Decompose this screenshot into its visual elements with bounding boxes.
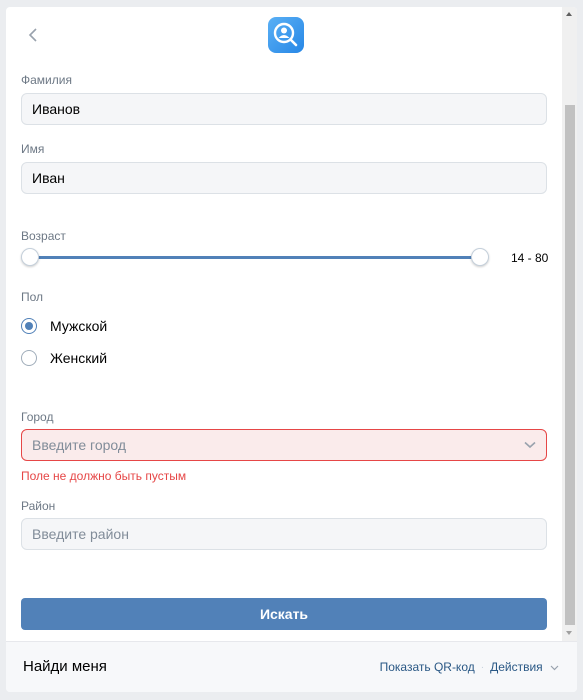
gender-radio-male[interactable]: Мужской	[21, 316, 107, 336]
district-label: Район	[21, 499, 56, 513]
radio-checked-icon	[21, 318, 37, 334]
app-title: Найди меня	[23, 658, 107, 675]
app-panel: Фамилия Иванов Имя Иван Возраст 14 - 80 …	[6, 7, 577, 692]
surname-input[interactable]: Иванов	[21, 93, 547, 125]
gender-radio-female[interactable]: Женский	[21, 348, 107, 368]
radio-unchecked-icon	[21, 350, 37, 366]
age-slider-max-handle[interactable]	[471, 248, 489, 266]
person-search-icon	[268, 17, 304, 53]
gender-label: Пол	[21, 290, 44, 304]
age-range-value: 14 - 80	[511, 251, 549, 265]
age-slider-track[interactable]	[30, 256, 480, 259]
footer: Найди меня Показать QR-код · Действия	[6, 641, 577, 692]
chevron-down-icon	[550, 665, 559, 671]
chevron-left-icon[interactable]	[26, 25, 40, 45]
name-input[interactable]: Иван	[21, 162, 547, 194]
city-error: Поле не должно быть пустым	[21, 469, 187, 483]
age-label: Возраст	[21, 229, 66, 243]
city-placeholder: Введите город	[32, 437, 127, 453]
radio-label: Мужской	[50, 318, 108, 334]
actions-menu[interactable]: Действия	[490, 660, 559, 674]
form-content: Фамилия Иванов Имя Иван Возраст 14 - 80 …	[6, 7, 562, 641]
scroll-down-icon[interactable]	[566, 631, 572, 635]
scrollbar-thumb[interactable]	[565, 105, 575, 625]
surname-label: Фамилия	[21, 73, 72, 87]
age-slider-min-handle[interactable]	[21, 248, 39, 266]
city-select[interactable]: Введите город	[21, 429, 547, 461]
actions-label: Действия	[490, 660, 543, 674]
scroll-up-icon[interactable]	[566, 12, 572, 16]
show-qr-link[interactable]: Показать QR-код	[380, 660, 475, 674]
city-label: Город	[21, 410, 54, 424]
radio-label: Женский	[50, 350, 108, 366]
scrollbar[interactable]	[562, 7, 577, 641]
name-label: Имя	[21, 142, 45, 156]
search-button[interactable]: Искать	[21, 598, 547, 630]
separator-dot: ·	[480, 661, 485, 673]
chevron-down-icon	[524, 441, 536, 449]
district-input[interactable]: Введите район	[21, 518, 547, 550]
